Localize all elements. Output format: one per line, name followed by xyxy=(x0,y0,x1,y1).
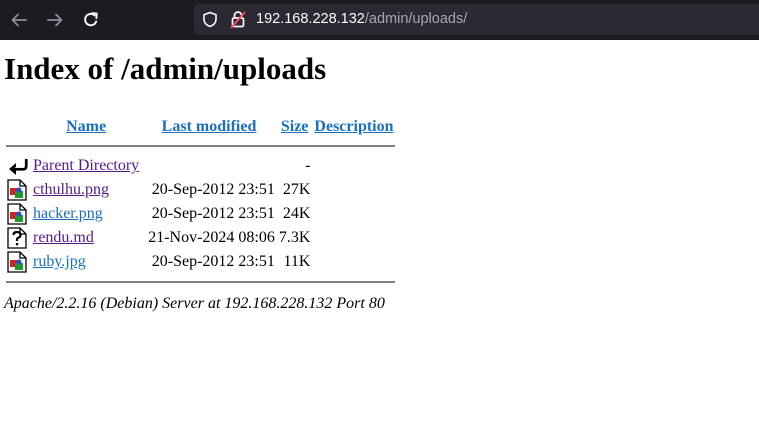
divider xyxy=(6,281,395,283)
date-cell: 20-Sep-2012 23:51 xyxy=(151,181,275,198)
parent-directory-link[interactable]: Parent Directory xyxy=(33,157,139,174)
image-icon xyxy=(7,203,27,225)
table-row: ruby.jpg 20-Sep-2012 23:51 11K xyxy=(6,251,395,273)
icon-cell xyxy=(6,203,30,225)
description-column-header: Description xyxy=(313,117,394,137)
page-title: Index of /admin/uploads xyxy=(4,51,327,86)
description-cell xyxy=(313,227,394,249)
tracking-protection-shield-icon[interactable] xyxy=(202,11,218,28)
sort-by-size-link[interactable]: Size xyxy=(281,118,309,135)
url-text[interactable]: 192.168.228.132/admin/uploads/ xyxy=(256,4,467,35)
server-signature: Apache/2.2.16 (Debian) Server at 192.168… xyxy=(4,295,385,312)
size-cell: 7.3K xyxy=(278,229,311,246)
separator-row xyxy=(6,275,395,289)
table-row: Parent Directory - xyxy=(6,155,395,177)
size-cell: 11K xyxy=(283,253,311,270)
image-icon xyxy=(7,179,27,201)
image-icon xyxy=(7,251,27,273)
url-host: 192.168.228.132 xyxy=(256,11,365,27)
divider xyxy=(6,145,395,147)
icon-column-header xyxy=(6,117,30,137)
size-cell: 27K xyxy=(282,181,311,198)
arrow-left-icon xyxy=(11,13,27,27)
file-link[interactable]: cthulhu.png xyxy=(33,181,109,198)
arrow-right-icon xyxy=(47,13,63,27)
name-cell: hacker.png xyxy=(32,203,140,225)
description-cell xyxy=(313,203,394,225)
table-row: hacker.png 20-Sep-2012 23:51 24K xyxy=(6,203,395,225)
browser-toolbar: 192.168.228.132/admin/uploads/ xyxy=(0,0,759,40)
size-cell: - xyxy=(305,157,311,174)
date-cell: 20-Sep-2012 23:51 xyxy=(151,253,275,270)
back-arrow-icon xyxy=(9,159,28,175)
forward-button[interactable] xyxy=(40,0,70,40)
page-content: Index of /admin/uploads Name Last modifi… xyxy=(0,51,759,313)
name-cell: ruby.jpg xyxy=(32,251,140,273)
separator-row xyxy=(6,139,395,153)
reload-icon xyxy=(84,12,98,27)
last-modified-column-header: Last modified xyxy=(142,117,276,137)
size-column-header: Size xyxy=(278,117,312,137)
insecure-lock-icon[interactable] xyxy=(230,10,246,29)
file-link[interactable]: hacker.png xyxy=(33,205,103,222)
name-cell: Parent Directory xyxy=(32,155,140,177)
date-cell: 20-Sep-2012 23:51 xyxy=(151,205,275,222)
file-link[interactable]: rendu.md xyxy=(33,229,94,246)
description-cell xyxy=(313,179,394,201)
icon-cell xyxy=(6,251,30,273)
table-header-row: Name Last modified Size Description xyxy=(6,117,395,137)
date-cell: 21-Nov-2024 08:06 xyxy=(148,229,275,246)
icon-cell xyxy=(6,179,30,201)
unknown-file-icon xyxy=(7,227,27,249)
date-cell xyxy=(142,155,276,177)
size-cell: 24K xyxy=(282,205,311,222)
name-cell: rendu.md xyxy=(32,227,140,249)
directory-listing-table: Name Last modified Size Description Pare… xyxy=(4,115,397,291)
icon-cell xyxy=(6,155,30,177)
address-bar[interactable]: 192.168.228.132/admin/uploads/ xyxy=(194,4,759,35)
file-link[interactable]: ruby.jpg xyxy=(33,253,86,270)
back-button[interactable] xyxy=(4,0,34,40)
table-row: cthulhu.png 20-Sep-2012 23:51 27K xyxy=(6,179,395,201)
sort-by-last-modified-link[interactable]: Last modified xyxy=(162,118,257,135)
name-cell: cthulhu.png xyxy=(32,179,140,201)
reload-button[interactable] xyxy=(76,0,106,40)
icon-cell xyxy=(6,227,30,249)
sort-by-name-link[interactable]: Name xyxy=(66,118,106,135)
description-cell xyxy=(313,155,394,177)
table-row: rendu.md 21-Nov-2024 08:06 7.3K xyxy=(6,227,395,249)
url-path: /admin/uploads/ xyxy=(364,11,468,27)
description-cell xyxy=(313,251,394,273)
name-column-header: Name xyxy=(32,117,140,137)
sort-by-description-link[interactable]: Description xyxy=(314,118,393,135)
